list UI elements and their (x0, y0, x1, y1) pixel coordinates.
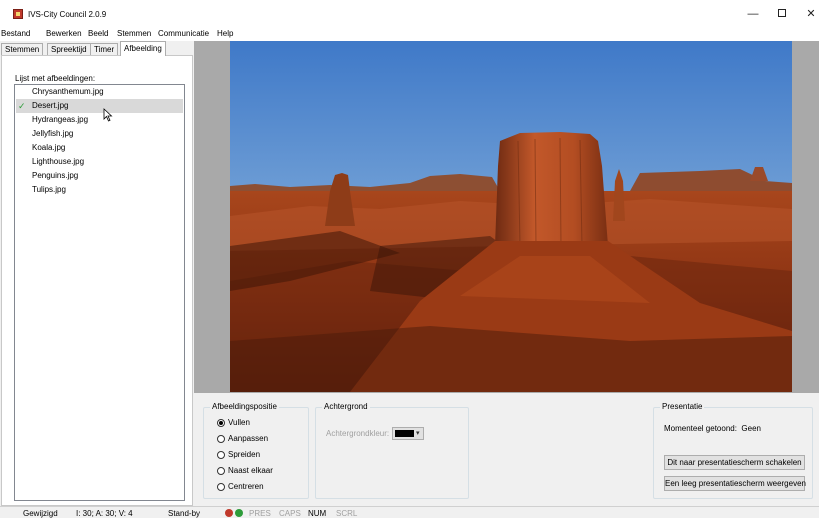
radio-icon (217, 467, 225, 475)
menu-help[interactable]: Help (217, 29, 233, 38)
close-button[interactable]: ✕ (797, 5, 819, 23)
show-empty-presentation-button[interactable]: Een leeg presentatiescherm weergeven (664, 476, 806, 491)
menu-beeld[interactable]: Beeld (88, 29, 108, 38)
background-color-picker[interactable]: ▾ (392, 427, 424, 440)
presentation-title: Presentatie (660, 402, 705, 411)
status-num: NUM (308, 509, 327, 518)
background-group: Achtergrond Achtergrondkleur: ▾ (315, 402, 469, 499)
status-caps: CAPS (279, 509, 301, 518)
menu-communicatie[interactable]: Communicatie (158, 29, 209, 38)
list-item[interactable]: Lighthouse.jpg (16, 155, 183, 169)
switch-to-presentation-button[interactable]: Dit naar presentatiescherm schakelen (664, 455, 805, 470)
image-position-title: Afbeeldingspositie (210, 402, 279, 411)
radio-icon (217, 451, 225, 459)
presentation-group: Presentatie Momenteel getoond: Geen Dit … (653, 402, 813, 499)
controls-area: Afbeeldingspositie Vullen Aanpassen Spre… (194, 393, 819, 506)
status-pres: PRES (249, 509, 271, 518)
color-swatch (395, 430, 414, 437)
menu-bewerken[interactable]: Bewerken (46, 29, 82, 38)
maximize-icon (778, 9, 786, 18)
background-color-label: Achtergrondkleur: (326, 429, 390, 438)
app-icon (13, 9, 23, 19)
list-item[interactable]: Jellyfish.jpg (16, 127, 183, 141)
list-item-selected[interactable]: ✓ Desert.jpg (16, 99, 183, 113)
status-green-icon (235, 509, 243, 517)
image-list[interactable]: Chrysanthemum.jpg ✓ Desert.jpg Hydrangea… (14, 84, 185, 501)
image-preview-area (194, 41, 819, 393)
menu-stemmen[interactable]: Stemmen (117, 29, 151, 38)
list-item[interactable]: Penguins.jpg (16, 169, 183, 183)
status-mode: Stand-by (168, 509, 201, 518)
list-item[interactable]: Chrysanthemum.jpg (16, 85, 183, 99)
list-item[interactable]: Koala.jpg (16, 141, 183, 155)
radio-icon (217, 419, 225, 427)
status-scrl: SCRL (336, 509, 358, 518)
background-title: Achtergrond (322, 402, 370, 411)
list-item[interactable]: Tulips.jpg (16, 183, 183, 197)
chevron-down-icon: ▾ (416, 430, 420, 437)
now-shown-value: Geen (741, 424, 761, 433)
radio-icon (217, 483, 225, 491)
status-red-icon (225, 509, 233, 517)
title-bar: IVS-City Council 2.0.9 — ✕ (0, 0, 819, 28)
tab-strip: Stemmen Spreektijd Timer Afbeelding (0, 41, 194, 56)
image-list-label: Lijst met afbeeldingen: (15, 74, 96, 83)
list-item[interactable]: Hydrangeas.jpg (16, 113, 183, 127)
menu-bestand[interactable]: Bestand (1, 29, 30, 38)
menu-bar: Bestand Bewerken Beeld Stemmen Communica… (0, 28, 819, 41)
status-state: Gewijzigd (23, 509, 58, 518)
check-icon: ✓ (18, 101, 26, 111)
status-counts: I: 30; A: 30; V: 4 (76, 509, 133, 518)
minimize-button[interactable]: — (739, 5, 767, 23)
mouse-cursor-icon (103, 108, 113, 122)
image-position-group: Afbeeldingspositie Vullen Aanpassen Spre… (203, 402, 309, 499)
status-bar: Gewijzigd I: 30; A: 30; V: 4 Stand-by PR… (0, 506, 819, 518)
desert-preview-image (230, 41, 792, 392)
window-title: IVS-City Council 2.0.9 (28, 10, 107, 19)
radio-icon (217, 435, 225, 443)
tab-afbeelding[interactable]: Afbeelding (120, 41, 166, 56)
now-shown-text: Momenteel getoond: Geen (664, 424, 761, 433)
maximize-button[interactable] (768, 5, 796, 23)
